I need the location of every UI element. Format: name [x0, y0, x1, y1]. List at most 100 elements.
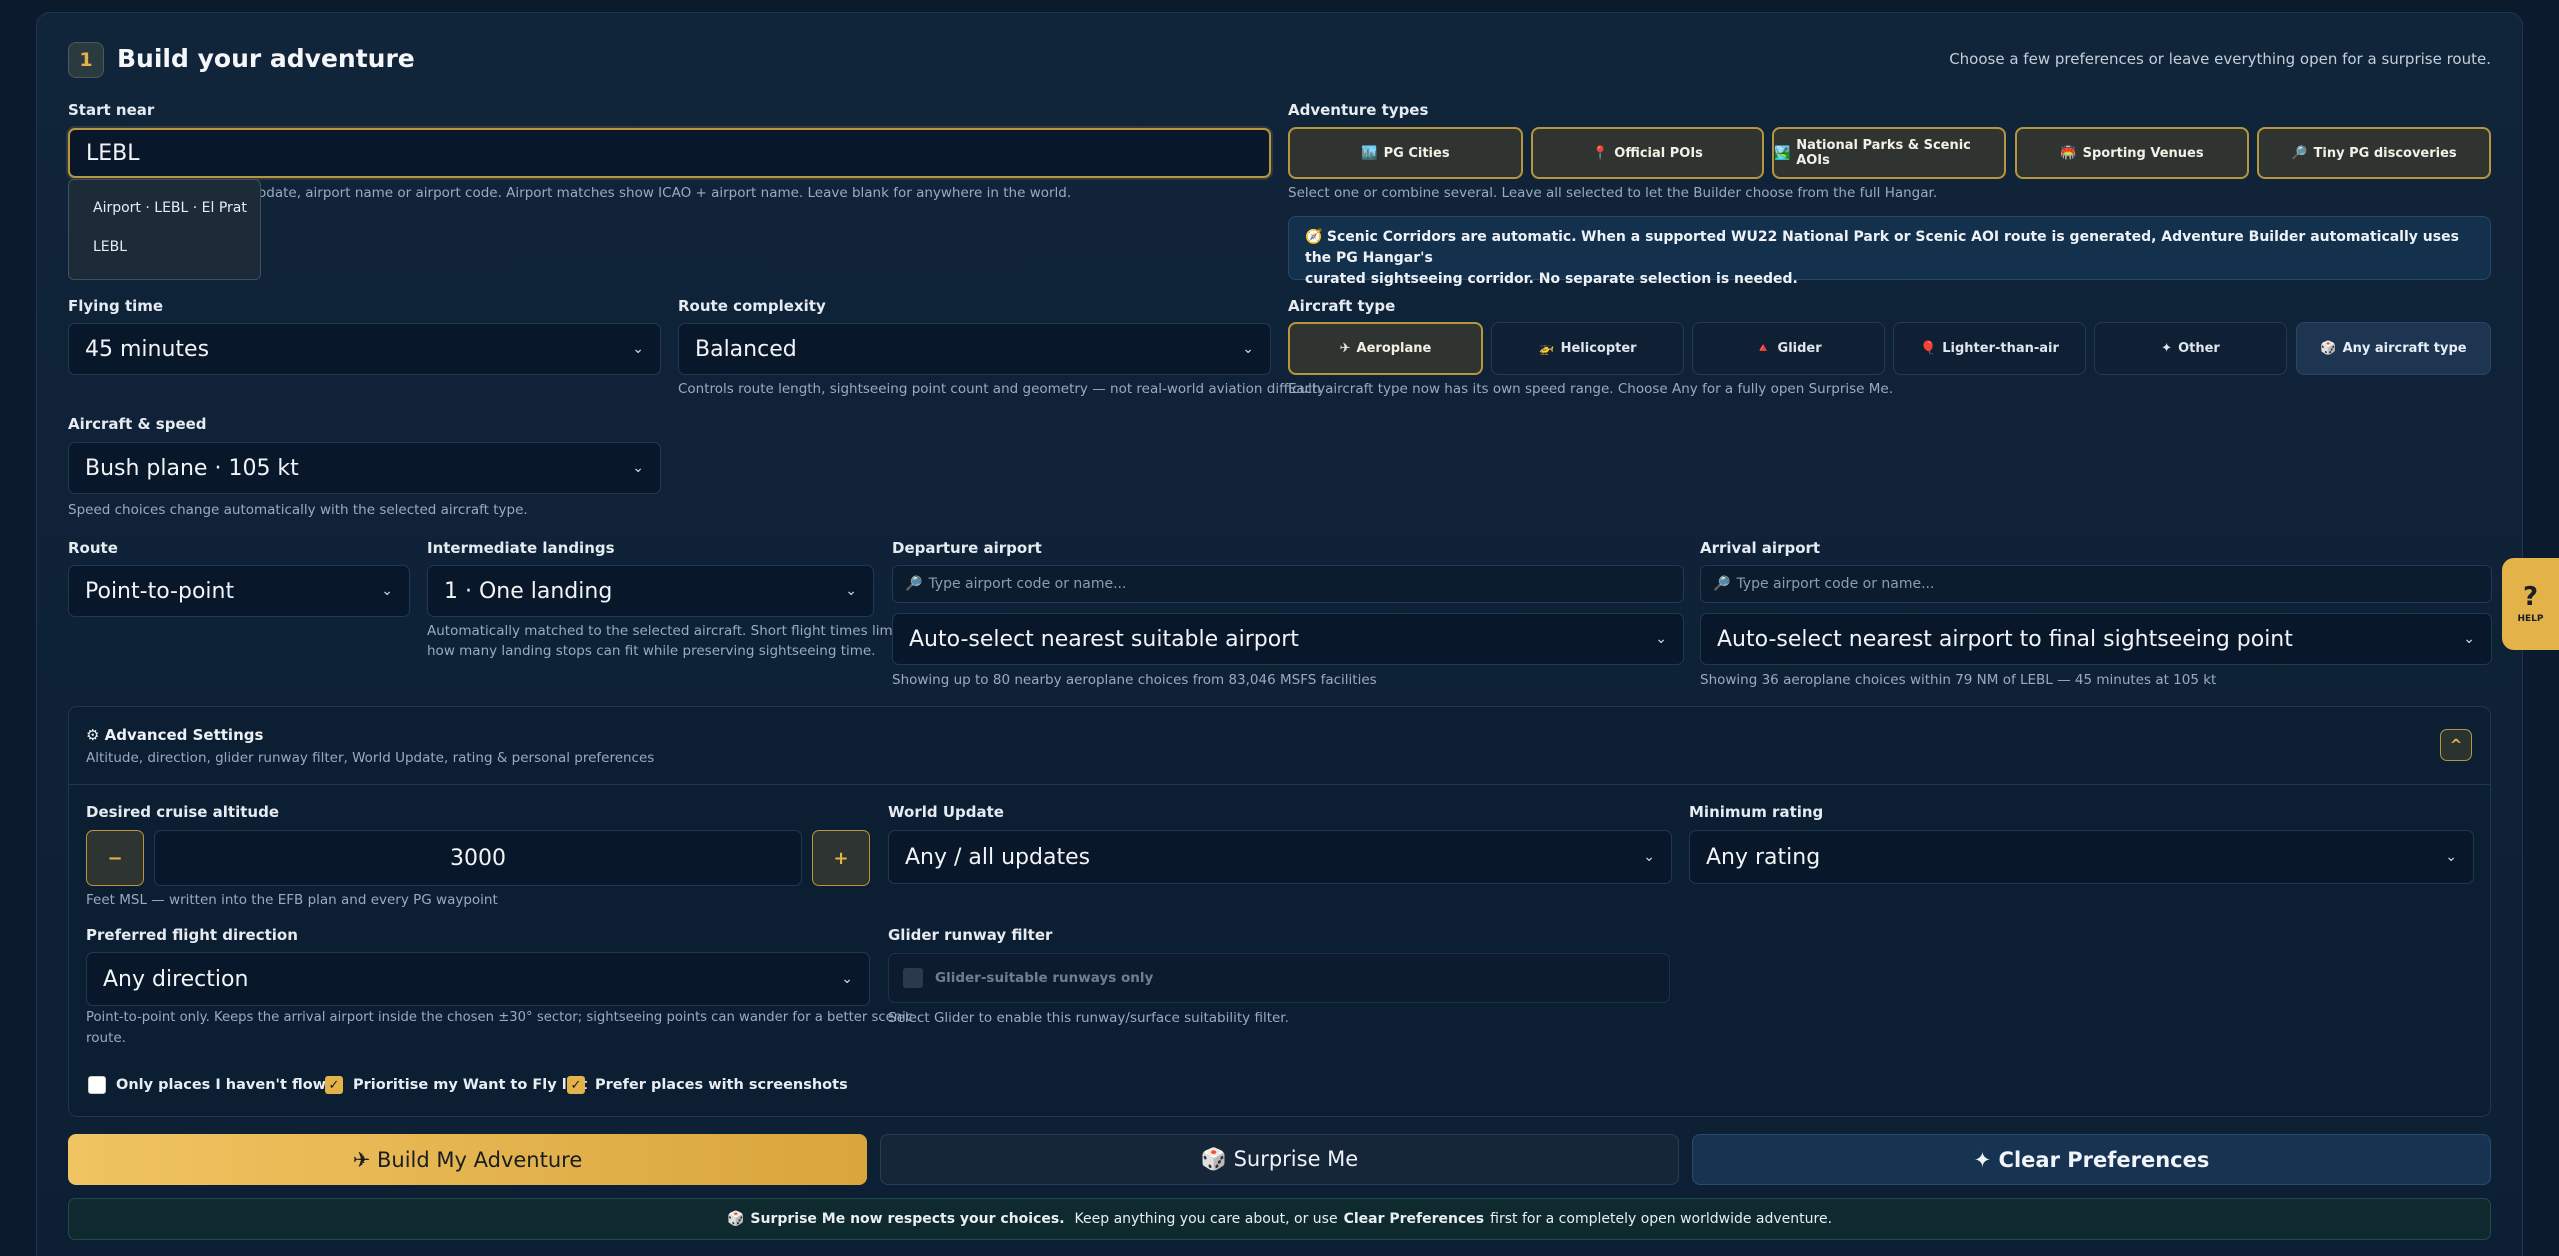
- route-select[interactable]: Point-to-point ⌄: [68, 565, 410, 617]
- chevron-down-icon: ⌄: [2463, 631, 2475, 647]
- adventure-types-label: Adventure types: [1288, 101, 1429, 119]
- departure-label: Departure airport: [892, 539, 1042, 557]
- altitude-input[interactable]: 3000: [154, 830, 802, 886]
- plane-icon: ✈: [1339, 341, 1351, 356]
- autocomplete-dropdown: Airport · LEBL · El Prat LEBL: [68, 179, 261, 280]
- adventure-type-official-pois[interactable]: 📍 Official POIs: [1531, 127, 1764, 179]
- balloon-icon: 🎈: [1920, 341, 1937, 356]
- adventure-type-national-parks[interactable]: 🏞️ National Parks & Scenic AOIs: [1772, 127, 2006, 179]
- chevron-down-icon: ⌄: [1242, 341, 1254, 357]
- build-adventure-button[interactable]: ✈ Build My Adventure: [68, 1134, 867, 1185]
- advanced-settings-header[interactable]: [69, 707, 2490, 785]
- advanced-settings-title: ⚙ Advanced Settings: [86, 726, 264, 744]
- search-icon: 🔎: [1713, 576, 1731, 592]
- adventure-type-pg-cities[interactable]: 🏙️ PG Cities: [1288, 127, 1523, 179]
- flying-time-label: Flying time: [68, 297, 164, 315]
- compass-icon: 🧭: [1305, 229, 1323, 245]
- min-rating-select[interactable]: Any rating ⌄: [1689, 830, 2474, 884]
- start-near-value: LEBL: [86, 140, 140, 166]
- route-label: Route: [68, 539, 118, 557]
- chevron-down-icon: ⌄: [1643, 849, 1655, 865]
- departure-select[interactable]: Auto-select nearest suitable airport ⌄: [892, 613, 1684, 665]
- aircraft-type-lighter-than-air[interactable]: 🎈 Lighter-than-air: [1893, 322, 2086, 375]
- advanced-settings-subtitle: Altitude, direction, glider runway filte…: [86, 750, 655, 766]
- surprise-footer-notice: 🎲 Surprise Me now respects your choices.…: [68, 1198, 2491, 1240]
- departure-search-input[interactable]: 🔎 Type airport code or name...: [892, 565, 1684, 603]
- landings-select[interactable]: 1 · One landing ⌄: [427, 565, 874, 617]
- page-subtitle: Choose a few preferences or leave everyt…: [1949, 50, 2491, 68]
- park-icon: 🏞️: [1774, 145, 1791, 161]
- checkbox-want-to-fly[interactable]: ✓ Prioritise my Want to Fly list: [325, 1076, 587, 1094]
- altitude-increase-button[interactable]: +: [812, 830, 870, 886]
- question-icon: ?: [2522, 582, 2539, 612]
- page-title: Build your adventure: [117, 44, 415, 73]
- aircraft-speed-select[interactable]: Bush plane · 105 kt ⌄: [68, 442, 661, 494]
- glider-filter-label: Glider runway filter: [888, 926, 1053, 944]
- aircraft-speed-label: Aircraft & speed: [68, 415, 207, 433]
- direction-select[interactable]: Any direction ⌄: [86, 952, 870, 1006]
- aircraft-type-label: Aircraft type: [1288, 297, 1396, 315]
- adventure-type-tiny-pg[interactable]: 🔎 Tiny PG discoveries: [2257, 127, 2491, 179]
- chevron-down-icon: ⌄: [381, 583, 393, 599]
- sparkle-icon: ✦: [2161, 341, 2173, 356]
- aircraft-type-helicopter[interactable]: 🚁 Helicopter: [1491, 322, 1684, 375]
- autocomplete-item[interactable]: Airport · LEBL · El Prat: [93, 200, 247, 216]
- start-near-hint: odate, airport name or airport code. Air…: [258, 185, 1072, 201]
- chevron-down-icon: ⌄: [632, 460, 644, 476]
- world-update-select[interactable]: Any / all updates ⌄: [888, 830, 1672, 884]
- altitude-label: Desired cruise altitude: [86, 803, 279, 821]
- route-complexity-label: Route complexity: [678, 297, 826, 315]
- surprise-me-button[interactable]: 🎲 Surprise Me: [880, 1134, 1679, 1185]
- chevron-down-icon: ⌄: [845, 583, 857, 599]
- start-near-input[interactable]: LEBL: [68, 128, 1271, 178]
- altitude-hint: Feet MSL — written into the EFB plan and…: [86, 892, 498, 908]
- arrival-hint: Showing 36 aeroplane choices within 79 N…: [1700, 672, 2217, 688]
- aircraft-speed-hint: Speed choices change automatically with …: [68, 502, 528, 518]
- advanced-toggle-button[interactable]: ^: [2440, 729, 2472, 761]
- start-near-label: Start near: [68, 101, 155, 119]
- checkbox-not-flown[interactable]: Only places I haven't flown: [88, 1076, 336, 1094]
- departure-hint: Showing up to 80 nearby aeroplane choice…: [892, 672, 1377, 688]
- direction-label: Preferred flight direction: [86, 926, 298, 944]
- help-button[interactable]: ? HELP: [2502, 558, 2559, 650]
- adventure-type-sporting-venues[interactable]: 🏟️ Sporting Venues: [2015, 127, 2249, 179]
- flying-time-select[interactable]: 45 minutes ⌄: [68, 323, 661, 375]
- search-icon: 🔎: [905, 576, 923, 592]
- glider-filter-checkbox: [903, 968, 923, 988]
- search-icon: 🔎: [2291, 145, 2308, 161]
- arrival-select[interactable]: Auto-select nearest airport to final sig…: [1700, 613, 2492, 665]
- checkbox-box: [88, 1076, 106, 1094]
- world-update-label: World Update: [888, 803, 1004, 821]
- check-icon: ✓: [325, 1076, 343, 1094]
- route-complexity-hint: Controls route length, sightseeing point…: [678, 381, 1326, 397]
- landings-hint: Automatically matched to the selected ai…: [427, 623, 902, 659]
- aircraft-type-any[interactable]: 🎲 Any aircraft type: [2296, 322, 2491, 375]
- clear-preferences-button[interactable]: ✦ Clear Preferences: [1692, 1134, 2491, 1185]
- altitude-decrease-button[interactable]: −: [86, 830, 144, 886]
- glider-filter-option: Glider-suitable runways only: [888, 953, 1670, 1003]
- glider-filter-hint: Select Glider to enable this runway/surf…: [888, 1010, 1289, 1026]
- checkbox-screenshots[interactable]: ✓ Prefer places with screenshots: [567, 1076, 848, 1094]
- aircraft-type-aeroplane[interactable]: ✈ Aeroplane: [1288, 322, 1483, 375]
- helicopter-icon: 🚁: [1538, 341, 1555, 356]
- glider-icon: 🔺: [1755, 341, 1772, 356]
- route-complexity-select[interactable]: Balanced ⌄: [678, 323, 1271, 375]
- direction-hint: Point-to-point only. Keeps the arrival a…: [86, 1010, 914, 1046]
- aircraft-type-other[interactable]: ✦ Other: [2094, 322, 2287, 375]
- landings-label: Intermediate landings: [427, 539, 615, 557]
- step-badge: 1: [68, 42, 104, 78]
- arrival-search-input[interactable]: 🔎 Type airport code or name...: [1700, 565, 2492, 603]
- chevron-down-icon: ⌄: [2445, 849, 2457, 865]
- arrival-label: Arrival airport: [1700, 539, 1821, 557]
- aircraft-type-hint: Each aircraft type now has its own speed…: [1288, 381, 1893, 397]
- min-rating-label: Minimum rating: [1689, 803, 1824, 821]
- aircraft-type-glider[interactable]: 🔺 Glider: [1692, 322, 1885, 375]
- dice-icon: 🎲: [726, 1211, 745, 1227]
- autocomplete-item[interactable]: LEBL: [93, 239, 127, 255]
- scenic-corridors-notice: 🧭 Scenic Corridors are automatic. When a…: [1288, 216, 2491, 287]
- chevron-down-icon: ⌄: [841, 971, 853, 987]
- pin-icon: 📍: [1592, 145, 1609, 161]
- city-icon: 🏙️: [1361, 145, 1378, 161]
- stadium-icon: 🏟️: [2060, 145, 2077, 161]
- dice-icon: 🎲: [2320, 341, 2337, 356]
